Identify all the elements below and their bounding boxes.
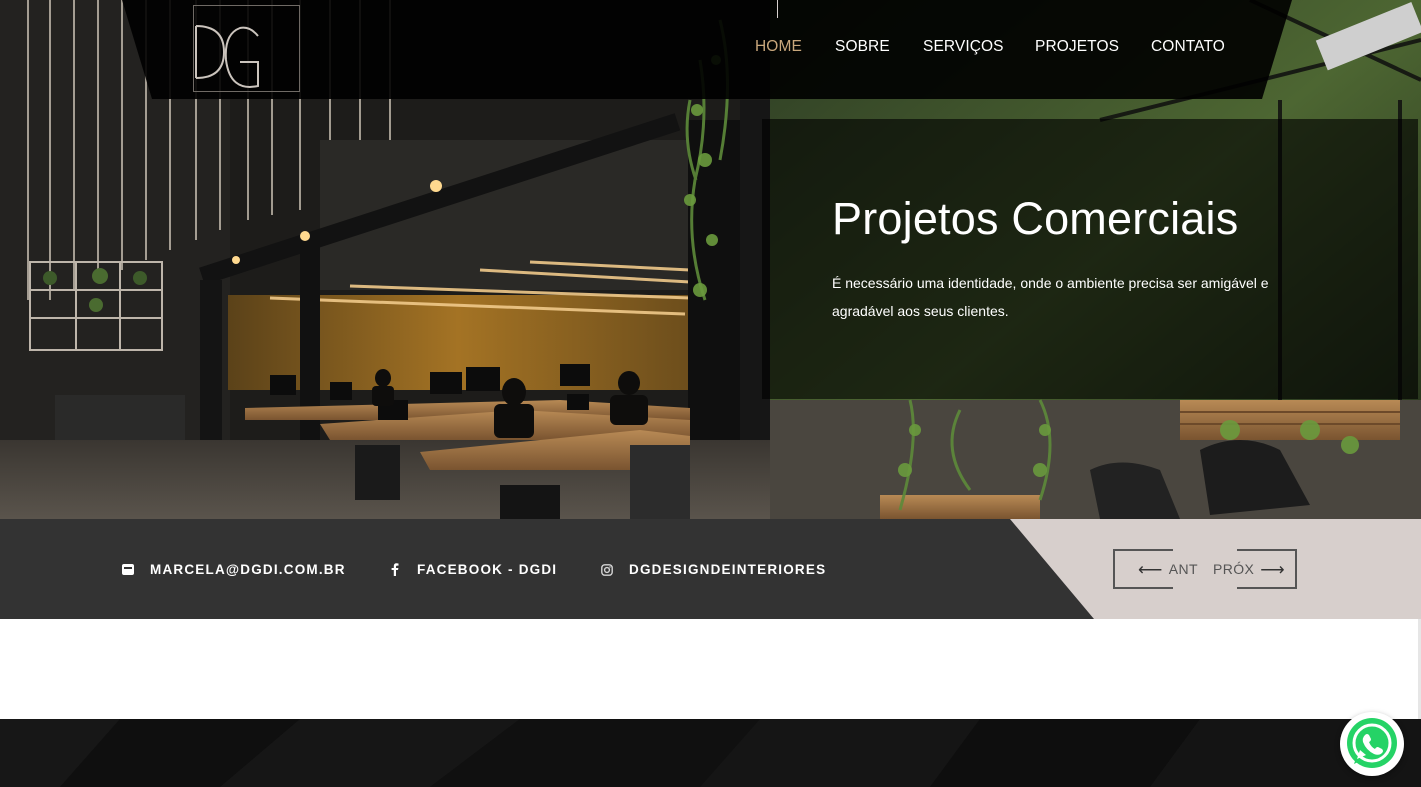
arrow-left-icon: ⟵ — [1138, 559, 1163, 579]
contact-email-label: MARCELA@DGDI.COM.BR — [150, 562, 346, 577]
nav-item-servicos[interactable]: SERVIÇOS — [923, 38, 1004, 56]
contact-email[interactable]: MARCELA@DGDI.COM.BR — [121, 562, 346, 577]
dg-monogram-icon — [195, 25, 259, 88]
dg-logo[interactable]: DG — [193, 5, 300, 92]
contact-instagram-label: DGDESIGNDEINTERIORES — [629, 562, 827, 577]
arrow-right-icon: ⟶ — [1260, 559, 1286, 579]
slide-caption: Projetos Comerciais É necessário uma ide… — [762, 119, 1418, 399]
contact-instagram[interactable]: DGDESIGNDEINTERIORES — [600, 562, 826, 577]
envelope-icon — [121, 563, 134, 576]
nav-item-projetos[interactable]: PROJETOS — [1035, 38, 1119, 56]
prev-slide-button[interactable]: ⟵ ANT — [1138, 549, 1198, 589]
instagram-icon — [600, 563, 613, 576]
dark-pattern-background — [0, 719, 1421, 787]
contact-facebook[interactable]: FACEBOOK - DGDI — [388, 562, 557, 577]
page: DG HOME SOBRE SERVIÇOS PROJETOS CONTATO … — [0, 0, 1421, 787]
hero-slider: DG HOME SOBRE SERVIÇOS PROJETOS CONTATO … — [0, 0, 1421, 519]
active-nav-indicator — [777, 0, 778, 18]
prev-label: ANT — [1168, 561, 1198, 577]
facebook-icon — [388, 563, 401, 576]
dark-section — [0, 719, 1421, 787]
contact-strip: MARCELA@DGDI.COM.BR FACEBOOK - DGDI DGDE… — [0, 519, 1421, 619]
nav-item-contato[interactable]: CONTATO — [1151, 38, 1225, 56]
nav-item-sobre[interactable]: SOBRE — [835, 38, 890, 56]
next-slide-button[interactable]: PRÓX ⟶ — [1213, 549, 1285, 589]
whatsapp-button[interactable] — [1340, 712, 1404, 776]
top-navigation-bar: DG HOME SOBRE SERVIÇOS PROJETOS CONTATO — [0, 0, 1421, 99]
slide-title: Projetos Comerciais — [832, 193, 1239, 244]
next-label: PRÓX — [1213, 561, 1255, 577]
nav-item-home[interactable]: HOME — [755, 38, 802, 56]
contact-facebook-label: FACEBOOK - DGDI — [417, 562, 558, 577]
content-spacer — [0, 619, 1421, 719]
slide-description: É necessário uma identidade, onde o ambi… — [832, 275, 1269, 319]
slider-controls: ⟵ ANT PRÓX ⟶ — [1113, 549, 1297, 589]
whatsapp-icon — [1347, 718, 1397, 768]
